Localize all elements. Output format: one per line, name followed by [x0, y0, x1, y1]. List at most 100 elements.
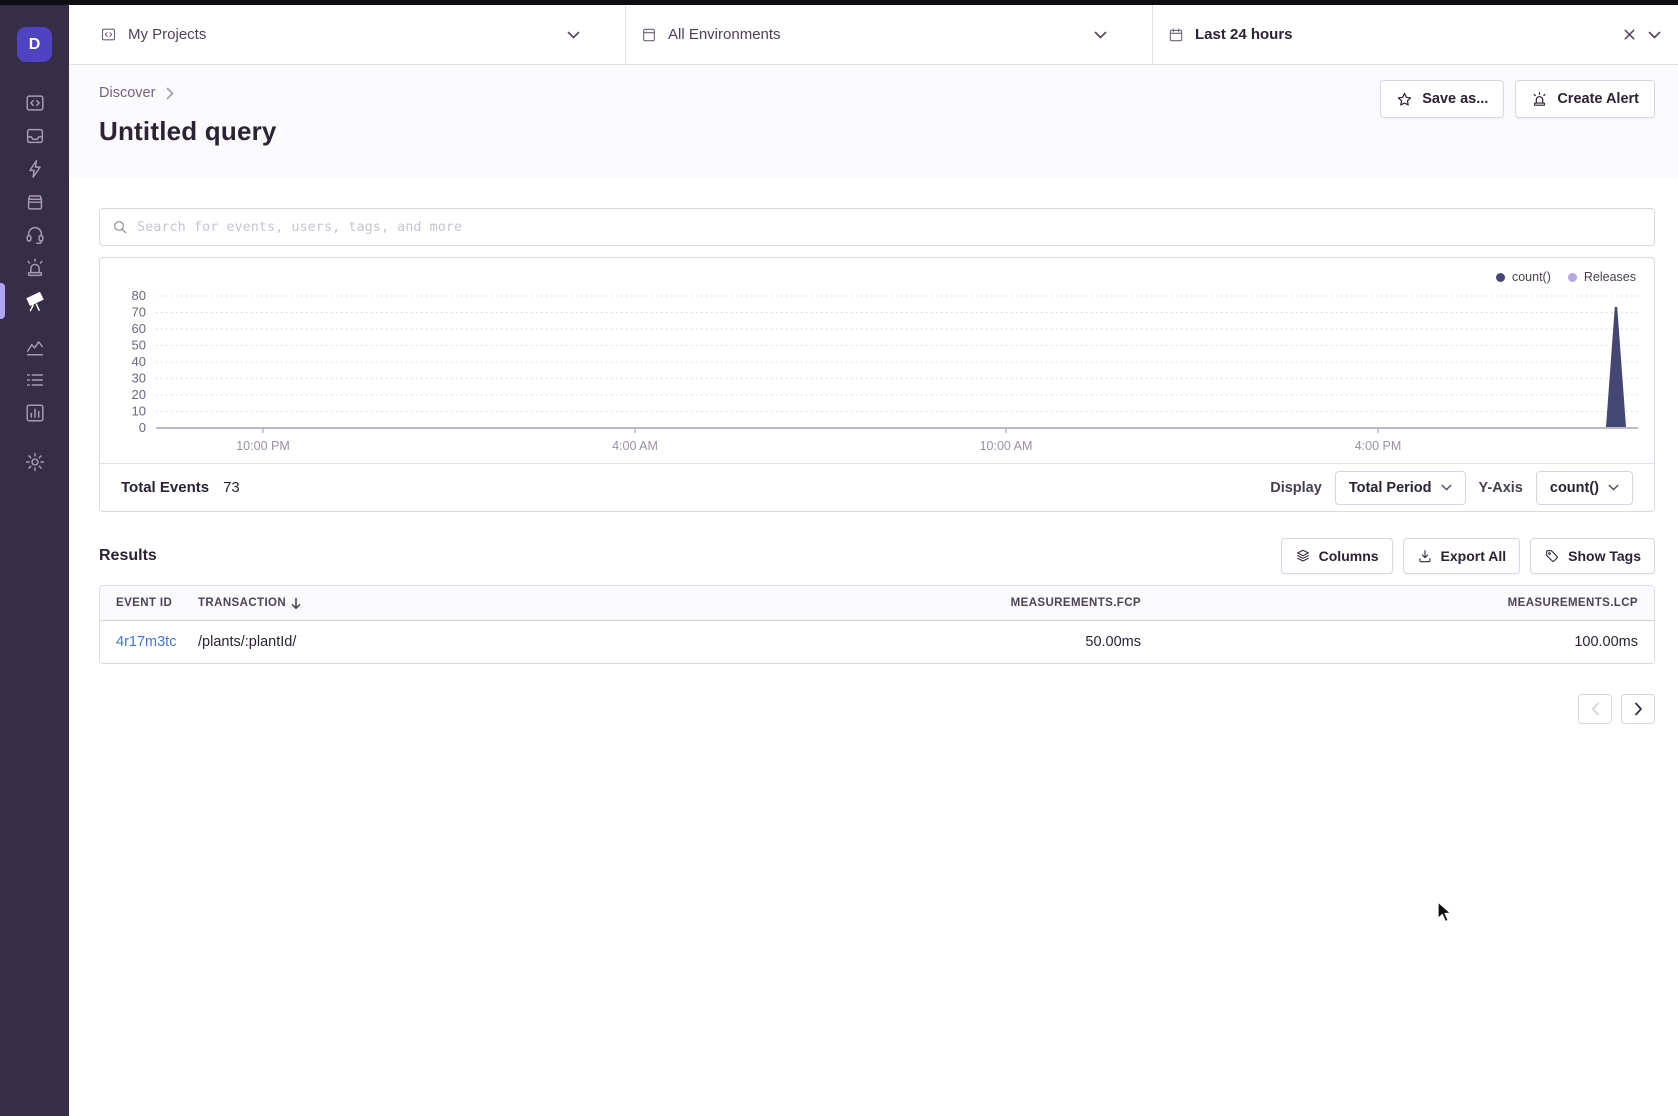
top-bar: My Projects All Environments Last 24 hou…	[69, 5, 1678, 65]
events-chart-card: count() Releases	[99, 257, 1655, 512]
search-bar	[99, 208, 1655, 246]
chart-svg: 80 70 60 50 40 30 20 10 0	[100, 258, 1654, 463]
column-header-transaction[interactable]: TRANSACTION	[198, 597, 941, 610]
sidebar-item-alerts[interactable]	[0, 251, 69, 284]
headset-icon	[24, 224, 46, 246]
org-avatar[interactable]: D	[17, 27, 52, 62]
pagination	[99, 694, 1655, 724]
lcp-cell: 100.00ms	[1141, 634, 1638, 650]
sidebar-item-releases[interactable]	[0, 185, 69, 218]
chart-footer: Total Events 73 Display Total Period Y-A…	[100, 463, 1654, 511]
sidebar-item-settings[interactable]	[0, 445, 69, 478]
date-range-selector[interactable]: Last 24 hours	[1153, 5, 1678, 64]
legend-item-releases[interactable]: Releases	[1568, 270, 1636, 284]
display-label: Display	[1270, 480, 1322, 496]
layers-icon	[1295, 548, 1311, 564]
chevron-left-icon	[1591, 702, 1600, 716]
search-icon	[112, 219, 128, 235]
svg-text:0: 0	[139, 420, 146, 435]
project-selector-label: My Projects	[128, 26, 206, 43]
line-chart-icon	[24, 336, 46, 358]
svg-text:70: 70	[132, 305, 146, 320]
bar-chart-icon	[24, 402, 46, 424]
telescope-icon	[24, 290, 46, 312]
environment-selector[interactable]: All Environments	[626, 5, 1152, 64]
sidebar-item-issues[interactable]	[0, 119, 69, 152]
column-header-measurements-lcp[interactable]: MEASUREMENTS.LCP	[1141, 597, 1638, 609]
sidebar-item-dashboards[interactable]	[0, 330, 69, 363]
events-chart: count() Releases	[100, 258, 1654, 463]
chevron-down-icon	[1608, 484, 1619, 491]
table-row[interactable]: 4r17m3tc /plants/:plantId/ 50.00ms 100.0…	[100, 621, 1654, 663]
legend-count-label: count()	[1512, 270, 1551, 284]
gear-icon	[24, 451, 46, 473]
svg-text:40: 40	[132, 354, 146, 369]
sidebar-item-projects[interactable]	[0, 86, 69, 119]
sidebar-item-discover[interactable]	[0, 284, 69, 317]
y-axis-dropdown[interactable]: count()	[1536, 471, 1633, 505]
create-alert-button[interactable]: Create Alert	[1515, 80, 1655, 118]
svg-text:4:00 AM: 4:00 AM	[612, 439, 658, 453]
page-header: Discover Untitled query Save as... Creat…	[69, 65, 1678, 178]
sidebar-item-stats[interactable]	[0, 396, 69, 429]
svg-text:20: 20	[132, 387, 146, 402]
breadcrumb-discover[interactable]: Discover	[99, 85, 155, 101]
display-dropdown[interactable]: Total Period	[1335, 471, 1466, 505]
download-icon	[1417, 548, 1433, 564]
next-page-button[interactable]	[1621, 694, 1655, 724]
chevron-down-icon[interactable]	[1648, 31, 1661, 39]
svg-text:10: 10	[132, 404, 146, 419]
total-events-value: 73	[223, 479, 240, 496]
chart-legend: count() Releases	[1496, 270, 1636, 284]
sort-desc-icon	[290, 597, 302, 610]
export-all-label: Export All	[1441, 548, 1507, 564]
date-range-label: Last 24 hours	[1195, 26, 1293, 43]
releases-dot	[1568, 273, 1577, 282]
svg-text:80: 80	[132, 288, 146, 303]
siren-icon	[1531, 91, 1548, 108]
create-alert-label: Create Alert	[1557, 91, 1639, 107]
svg-text:30: 30	[132, 371, 146, 386]
chevron-down-icon	[1441, 484, 1452, 491]
chevron-down-icon	[567, 31, 580, 39]
mouse-cursor	[1437, 901, 1457, 925]
page-title: Untitled query	[99, 116, 1655, 147]
sidebar-item-user-feedback[interactable]	[0, 218, 69, 251]
environment-selector-label: All Environments	[668, 26, 781, 43]
save-as-button[interactable]: Save as...	[1380, 80, 1504, 118]
svg-text:60: 60	[132, 321, 146, 336]
chevron-right-icon	[166, 87, 174, 100]
tag-icon	[1544, 548, 1560, 564]
sidebar-item-performance[interactable]	[0, 152, 69, 185]
lightning-icon	[24, 158, 46, 180]
fcp-cell: 50.00ms	[941, 634, 1141, 650]
count-dot	[1496, 273, 1505, 282]
chevron-right-icon	[1634, 702, 1643, 716]
legend-item-count[interactable]: count()	[1496, 270, 1551, 284]
total-events-label: Total Events	[121, 479, 209, 496]
clear-date-icon[interactable]	[1623, 28, 1636, 41]
releases-icon	[24, 191, 46, 213]
chevron-down-icon	[1094, 31, 1107, 39]
column-header-event-id[interactable]: EVENT ID	[116, 597, 198, 609]
previous-page-button[interactable]	[1578, 694, 1612, 724]
columns-label: Columns	[1319, 548, 1379, 564]
show-tags-button[interactable]: Show Tags	[1530, 538, 1655, 574]
display-value: Total Period	[1349, 480, 1432, 496]
legend-releases-label: Releases	[1584, 270, 1636, 284]
sidebar-item-monitors[interactable]	[0, 363, 69, 396]
columns-button[interactable]: Columns	[1281, 538, 1393, 574]
window-top-strip	[0, 0, 1678, 5]
search-input[interactable]	[137, 209, 1642, 245]
results-title: Results	[99, 547, 157, 565]
show-tags-label: Show Tags	[1568, 548, 1641, 564]
table-header-row: EVENT ID TRANSACTION MEASUREMENTS.FCP ME…	[100, 586, 1654, 621]
export-all-button[interactable]: Export All	[1403, 538, 1521, 574]
results-table: EVENT ID TRANSACTION MEASUREMENTS.FCP ME…	[99, 585, 1655, 664]
active-indicator	[0, 283, 5, 319]
sidebar: D	[0, 0, 69, 1116]
column-header-measurements-fcp[interactable]: MEASUREMENTS.FCP	[941, 597, 1141, 609]
event-id-link[interactable]: 4r17m3tc	[116, 634, 176, 650]
project-selector[interactable]: My Projects	[69, 5, 625, 64]
count-spike	[1606, 307, 1626, 427]
